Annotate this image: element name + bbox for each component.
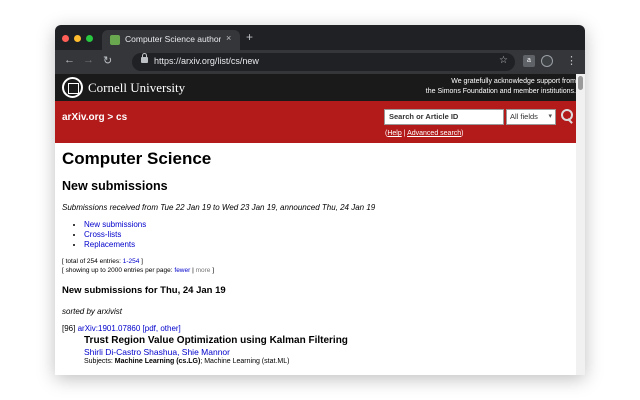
- close-window-icon[interactable]: [62, 35, 69, 42]
- cornell-seal-icon[interactable]: [62, 77, 83, 98]
- submissions-received-text: Submissions received from Tue 22 Jan 19 …: [62, 203, 376, 212]
- list-item: Cross-lists: [84, 230, 567, 240]
- support-acknowledgement: We gratefully acknowledge support from t…: [426, 77, 576, 97]
- fewer-link[interactable]: fewer: [174, 267, 190, 274]
- extension-a-icon[interactable]: a: [523, 55, 535, 67]
- search-input[interactable]: Search or Article ID: [384, 109, 504, 125]
- page-title: Computer Science: [62, 149, 212, 168]
- scroll-thumb[interactable]: [578, 76, 583, 90]
- search-icon[interactable]: [558, 107, 574, 125]
- arxiv-id-link[interactable]: arXiv:1901.07860: [78, 324, 141, 333]
- entries-range-link[interactable]: 1-254: [123, 258, 140, 265]
- help-link[interactable]: Help: [387, 130, 401, 137]
- new-tab-icon[interactable]: +: [246, 30, 253, 44]
- page-content: Cornell University We gratefully acknowl…: [55, 74, 585, 375]
- page-scrollbar[interactable]: [576, 74, 585, 375]
- help-links: (Help | Advanced search): [385, 130, 464, 137]
- subjects-label: Subjects:: [84, 358, 115, 365]
- paper-title: Trust Region Value Optimization using Ka…: [84, 335, 348, 346]
- new-submissions-link[interactable]: New submissions: [84, 220, 146, 229]
- url-text: https://arxiv.org/list/cs/new: [154, 56, 259, 66]
- browser-toolbar: ← → ↻ https://arxiv.org/list/cs/new ☆ a …: [55, 50, 585, 74]
- search-field-value: All fields: [510, 112, 538, 121]
- reload-icon[interactable]: ↻: [103, 54, 112, 67]
- maximize-window-icon[interactable]: [86, 35, 93, 42]
- help-paren-close: ): [461, 130, 464, 137]
- list-item: Replacements: [84, 240, 567, 250]
- arxiv-header: arXiv.org > cs Search or Article ID All …: [55, 101, 585, 143]
- listing-content: Computer Science New submissions Submiss…: [62, 149, 567, 365]
- search-field-select[interactable]: All fields ▾: [506, 109, 556, 125]
- cornell-logo-text[interactable]: Cornell University: [88, 80, 185, 96]
- bookmark-star-icon[interactable]: ☆: [499, 55, 508, 66]
- lock-icon: [141, 53, 148, 63]
- browser-window: Computer Science authors/title × + ← → ↻…: [55, 25, 585, 375]
- forward-icon[interactable]: →: [83, 54, 94, 66]
- minimize-window-icon[interactable]: [74, 35, 81, 42]
- breadcrumb[interactable]: arXiv.org > cs: [62, 112, 127, 123]
- tab-arxiv[interactable]: Computer Science authors/title ×: [102, 30, 240, 50]
- sorted-by-text: sorted by arxivist: [62, 307, 123, 316]
- more-link[interactable]: more: [196, 267, 211, 274]
- paper-authors[interactable]: Shirli Di-Castro Shashua, Shie Mannor: [84, 347, 567, 357]
- favicon-icon: [110, 35, 120, 45]
- menu-icon[interactable]: ⋮: [566, 54, 577, 67]
- back-icon[interactable]: ←: [64, 54, 75, 66]
- ack-line-2: the Simons Foundation and member institu…: [425, 88, 576, 95]
- advanced-search-link[interactable]: Advanced search: [407, 130, 461, 137]
- showing-prefix: [ showing up to 2000 entries per page:: [62, 267, 175, 274]
- total-entries: [ total of 254 entries: 1-254 ]: [62, 257, 567, 266]
- list-item: New submissions: [84, 220, 567, 230]
- entry-index: [96]: [62, 324, 76, 333]
- address-bar[interactable]: https://arxiv.org/list/cs/new ☆: [132, 53, 515, 71]
- section-heading: New submissions for Thu, 24 Jan 19: [62, 285, 226, 296]
- total-suffix: ]: [139, 258, 143, 265]
- chevron-down-icon: ▾: [548, 113, 552, 120]
- replacements-link[interactable]: Replacements: [84, 240, 135, 249]
- cornell-header: Cornell University We gratefully acknowl…: [55, 74, 585, 101]
- showing-suffix: ]: [210, 267, 215, 274]
- tab-bar: Computer Science authors/title × +: [55, 25, 585, 50]
- entry-count-info: [ total of 254 entries: 1-254 ] [ showin…: [62, 257, 567, 275]
- tab-close-icon[interactable]: ×: [226, 33, 231, 43]
- secondary-subjects: ; Machine Learning (stat.ML): [200, 358, 290, 365]
- showing-entries: [ showing up to 2000 entries per page: f…: [62, 266, 567, 275]
- entry-header: [96] arXiv:1901.07860 [pdf, other]: [62, 324, 567, 333]
- section-links: New submissions Cross-lists Replacements: [84, 220, 567, 250]
- extension-icon[interactable]: [541, 55, 553, 67]
- primary-subject: Machine Learning (cs.LG): [114, 358, 201, 365]
- formats-links[interactable]: [pdf, other]: [143, 324, 181, 333]
- total-prefix: [ total of 254 entries:: [62, 258, 123, 265]
- tab-title: Computer Science authors/title: [125, 34, 221, 44]
- cross-lists-link[interactable]: Cross-lists: [84, 230, 121, 239]
- page-subtitle: New submissions: [62, 179, 168, 193]
- ack-line-1: We gratefully acknowledge support from: [451, 78, 576, 85]
- paper-subjects: Subjects: Machine Learning (cs.LG); Mach…: [84, 358, 567, 365]
